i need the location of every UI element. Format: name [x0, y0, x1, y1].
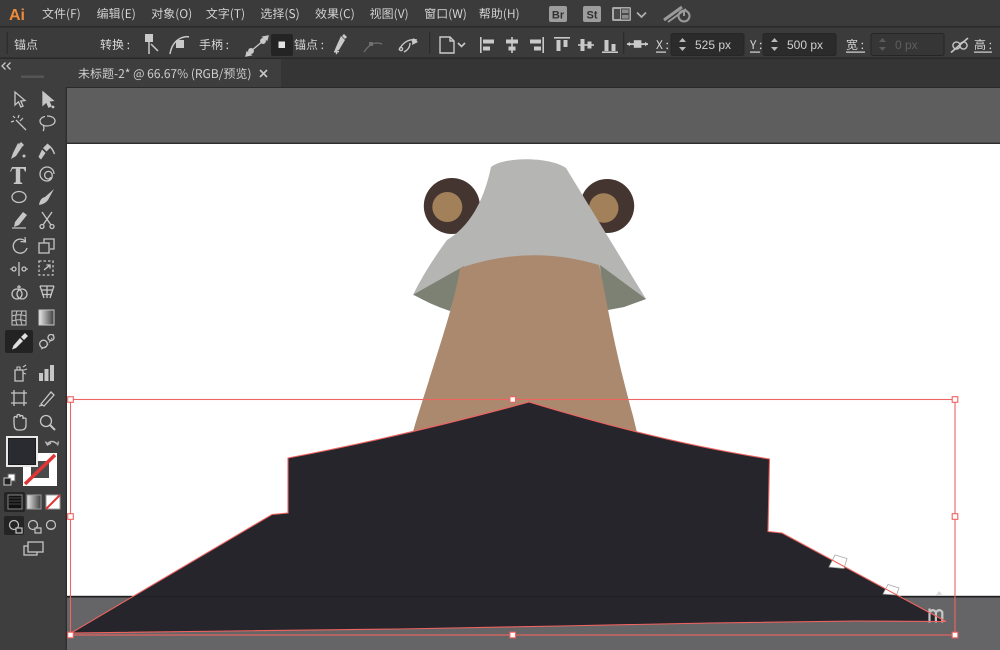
svg-text:Ai: Ai — [9, 7, 25, 24]
svg-text:500 px: 500 px — [787, 38, 823, 52]
svg-text:Br: Br — [552, 10, 565, 22]
svg-text:525 px: 525 px — [695, 38, 731, 52]
svg-text:0 px: 0 px — [895, 38, 918, 52]
svg-text:St: St — [587, 10, 598, 22]
